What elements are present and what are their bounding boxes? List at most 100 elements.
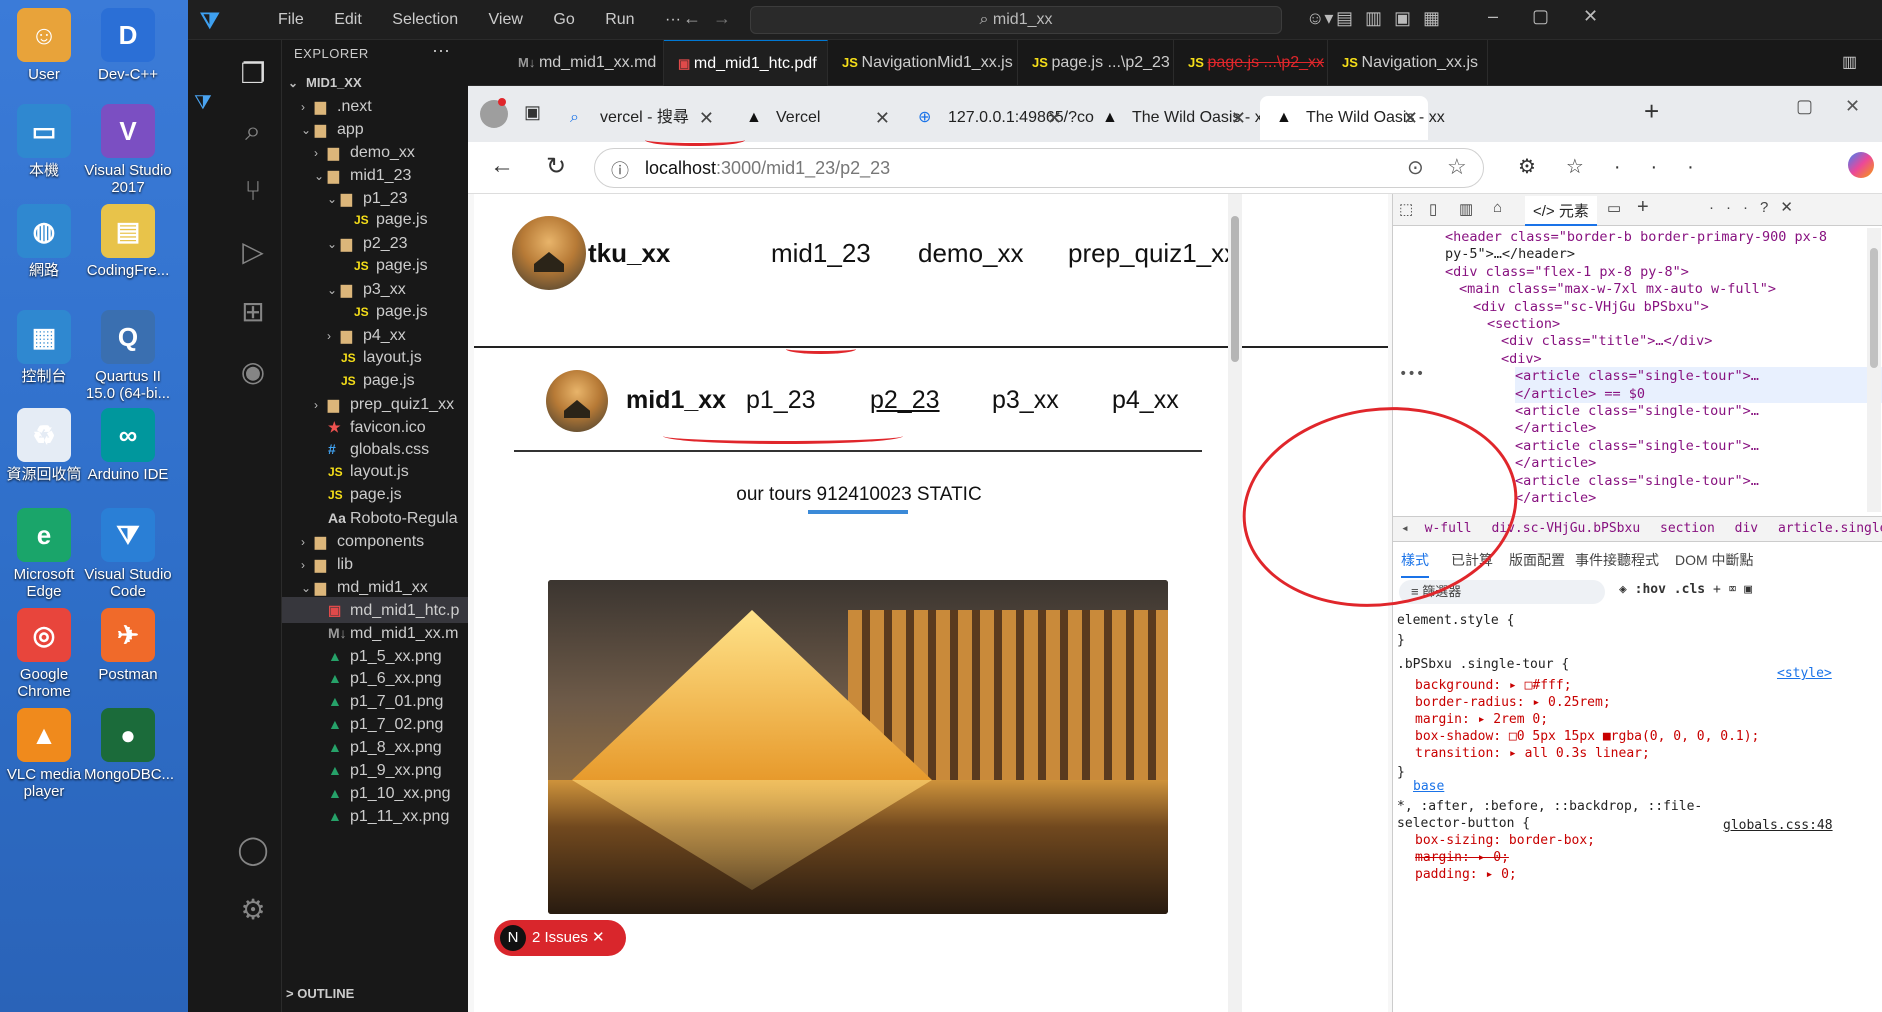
dom-node[interactable]: <div class="flex-1 px-8 py-8"> xyxy=(1445,263,1689,281)
browser-toolbar-icons[interactable]: ⚙☆··· xyxy=(1518,154,1724,179)
desktop-icon[interactable]: Q Quartus II 15.0 (64-bi... xyxy=(84,310,172,402)
tree-item[interactable]: ▲ p1_11_xx.png xyxy=(282,803,468,829)
vertical-tabs-icon[interactable]: ▣ xyxy=(524,102,541,123)
dom-node[interactable]: <article class="single-tour">… xyxy=(1515,402,1759,420)
outline-section[interactable]: > OUTLINE xyxy=(286,986,354,1001)
css-rule-line[interactable]: .bPSbxu .single-tour { xyxy=(1397,656,1569,673)
browser-back-icon[interactable]: ← xyxy=(490,152,514,180)
browser-window-controls[interactable]: ▢✕ xyxy=(1796,96,1882,117)
copilot-icon[interactable]: ☺▾ xyxy=(1306,8,1333,29)
css-rule-line[interactable]: box-shadow: □0 5px 15px ■rgba(0, 0, 0, 0… xyxy=(1415,728,1759,745)
site-brand[interactable]: tku_xx xyxy=(588,238,670,269)
dom-node[interactable]: <article class="single-tour">… xyxy=(1515,437,1759,455)
css-rule-line[interactable]: padding: ▸ 0; xyxy=(1415,866,1517,883)
browser-tab[interactable]: ▲ The Wild Oasis - xx ✕ xyxy=(1086,96,1271,140)
editor-tab[interactable]: JS Navigation_xx.js xyxy=(1328,40,1488,86)
styles-subtab[interactable]: DOM 中斷點 xyxy=(1675,550,1754,570)
sidebar-toggle-icon[interactable]: ▥ xyxy=(1459,200,1473,218)
window-controls[interactable]: –▢✕ xyxy=(1488,6,1632,27)
account-icon[interactable]: ◯ xyxy=(234,830,272,868)
browser-tab[interactable]: ⊕ 127.0.0.1:49865/?co ✕ xyxy=(902,96,1094,140)
browser-tab[interactable]: ▲ The Wild Oasis - xx ✕ xyxy=(1260,96,1445,140)
desktop-icon[interactable]: ▭ 本機 xyxy=(0,104,88,179)
search-icon[interactable]: ⌕ xyxy=(234,112,272,150)
crumb-article[interactable]: article.single-tour xyxy=(1778,521,1882,536)
desktop-icon[interactable]: ◎ Google Chrome xyxy=(0,608,88,700)
style-source-link[interactable]: <style> xyxy=(1777,666,1832,681)
editor-tab[interactable]: JS page.js ...\p2_23 xyxy=(1018,40,1174,86)
desktop-icon[interactable]: e Microsoft Edge xyxy=(0,508,88,600)
dom-node[interactable]: py-5">…</header> xyxy=(1445,245,1575,263)
desktop-icon[interactable]: V Visual Studio 2017 xyxy=(84,104,172,196)
close-tab-icon[interactable]: ✕ xyxy=(1231,96,1246,140)
close-tab-icon[interactable]: ✕ xyxy=(875,96,890,140)
run-debug-icon[interactable]: ▷ xyxy=(234,232,272,270)
site-info-icon[interactable]: ⓘ xyxy=(611,157,629,183)
dom-node[interactable]: <div class="sc-VHjGu bPSbxu"> xyxy=(1473,298,1709,316)
layers-icon[interactable]: ◈ xyxy=(1619,582,1627,597)
nextjs-issues-badge[interactable]: N 2 Issues ✕ xyxy=(494,920,626,956)
favorite-star-icon[interactable]: ☆ xyxy=(1447,154,1467,180)
url-field[interactable]: ⓘ localhost:3000/mid1_23/p2_23 ⊙ ☆ xyxy=(594,148,1484,188)
css-rule-line[interactable]: element.style { xyxy=(1397,612,1514,629)
editor-tab[interactable]: ▣ md_mid1_htc.pdf xyxy=(664,40,828,86)
css-rule-line[interactable]: } xyxy=(1397,632,1405,649)
command-center-search[interactable]: ⌕ mid1_xx xyxy=(750,6,1282,34)
sub-logo-image[interactable] xyxy=(546,370,608,432)
settings-gear-icon[interactable]: ⚙ xyxy=(234,890,272,928)
console-icon[interactable]: ▭ xyxy=(1607,199,1621,217)
dom-node[interactable]: </article> xyxy=(1515,419,1596,437)
nav-demo-xx[interactable]: demo_xx xyxy=(918,238,1024,269)
desktop-icon[interactable]: ▤ CodingFre... xyxy=(84,204,172,279)
menu-more[interactable]: ··· xyxy=(665,11,681,28)
editor-tab[interactable]: M↓ md_mid1_xx.md xyxy=(504,40,664,86)
close-tab-icon[interactable]: ✕ xyxy=(1047,96,1062,140)
desktop-icon[interactable]: D Dev-C++ xyxy=(84,8,172,83)
explorer-icon[interactable]: ❐ xyxy=(234,54,272,92)
crumb-div-sc[interactable]: div.sc-VHjGu.bPSbxu xyxy=(1491,521,1640,536)
menu-edit[interactable]: Edit xyxy=(334,11,362,28)
dom-node[interactable]: </article> xyxy=(1515,489,1596,507)
page-scrollbar[interactable] xyxy=(1228,194,1242,1012)
welcome-home-icon[interactable]: ⌂ xyxy=(1493,199,1502,216)
css-rule-line[interactable]: box-sizing: border-box; xyxy=(1415,832,1595,849)
dom-scrollbar[interactable] xyxy=(1867,228,1881,512)
dom-node[interactable]: <main class="max-w-7xl mx-auto w-full"> xyxy=(1459,280,1776,298)
dom-node[interactable]: <div> xyxy=(1501,350,1542,368)
dom-node[interactable]: </article> == $0 xyxy=(1515,384,1882,403)
inspect-icon[interactable]: ⬚ xyxy=(1399,200,1413,218)
menu-go[interactable]: Go xyxy=(553,11,574,28)
desktop-icon[interactable]: ● MongoDBC... xyxy=(84,708,174,783)
menu-view[interactable]: View xyxy=(489,11,523,28)
css-rule-line[interactable]: margin: ▸ 0; xyxy=(1415,849,1509,866)
dom-node[interactable]: <div class="title">…</div> xyxy=(1501,332,1712,350)
dom-node[interactable]: <article class="single-tour">… xyxy=(1515,367,1882,386)
globals-source-link[interactable]: globals.css:48 xyxy=(1723,818,1833,833)
forward-arrow-icon[interactable]: → xyxy=(713,8,731,29)
desktop-icon[interactable]: ☺ User xyxy=(0,8,88,83)
subnav-p4-xx[interactable]: p4_xx xyxy=(1112,386,1179,415)
styles-subtab[interactable]: 事件接聽程式 xyxy=(1575,550,1659,570)
sub-brand[interactable]: mid1_xx xyxy=(626,386,726,415)
read-aloud-icon[interactable]: ⊙ xyxy=(1407,155,1424,180)
source-control-icon[interactable]: ⑂ xyxy=(234,172,272,210)
close-icon[interactable]: ✕ xyxy=(592,929,605,946)
reload-icon[interactable]: ↻ xyxy=(546,152,566,181)
css-rule-line[interactable]: selector-button { xyxy=(1397,815,1530,832)
subnav-p2-23[interactable]: p2_23 xyxy=(870,386,940,415)
elements-tab[interactable]: </> 元素 xyxy=(1525,196,1597,226)
styles-subtab[interactable]: 版面配置 xyxy=(1509,550,1565,570)
close-tab-icon[interactable]: ✕ xyxy=(1403,96,1418,140)
back-arrow-icon[interactable]: ← xyxy=(683,8,701,29)
nav-mid1-23[interactable]: mid1_23 xyxy=(771,238,871,269)
more-tabs-icon[interactable]: + xyxy=(1637,196,1649,219)
extensions-icon[interactable]: ⊞ xyxy=(234,292,272,330)
desktop-icon[interactable]: ◍ 網路 xyxy=(0,204,88,279)
cls-toggle[interactable]: .cls xyxy=(1674,582,1705,597)
browser-tab[interactable]: ▲ Vercel ✕ xyxy=(730,96,900,140)
crumb-section[interactable]: section xyxy=(1660,521,1715,536)
css-rule-line[interactable]: base xyxy=(1413,778,1444,795)
menu-run[interactable]: Run xyxy=(605,11,634,28)
paint-icon[interactable]: ⌧ xyxy=(1729,582,1737,597)
desktop-icon[interactable]: ▦ 控制台 xyxy=(0,310,88,385)
